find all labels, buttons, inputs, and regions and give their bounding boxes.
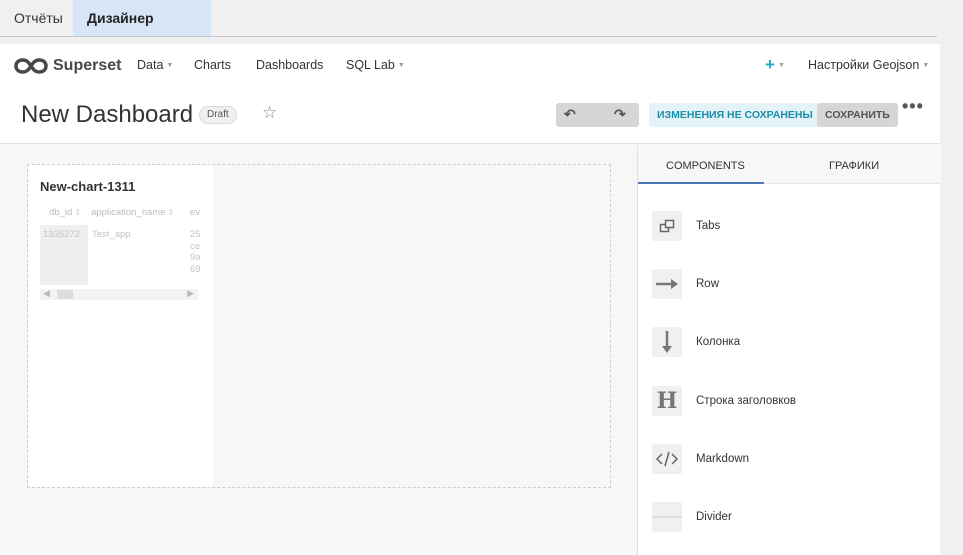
draft-badge[interactable]: Draft — [199, 106, 237, 124]
row-arrow-icon — [652, 269, 682, 299]
column-header-application-name[interactable]: application_name ⇕ — [91, 207, 174, 218]
nav-charts[interactable]: Charts — [194, 58, 231, 72]
nav-sql-lab-label: SQL Lab — [346, 58, 395, 72]
tab-components[interactable]: COMPONENTS — [666, 160, 745, 172]
component-divider[interactable]: Divider — [652, 502, 932, 534]
host-tab-bar: Отчёты Дизайнер отчетов — [0, 0, 963, 62]
column-header-label: application_name — [91, 207, 166, 218]
dashboard-title[interactable]: New Dashboard — [21, 101, 193, 129]
cell-ev: 25 ce 9a 69 — [190, 229, 201, 275]
tab-charts[interactable]: ГРАФИКИ — [829, 160, 879, 172]
scrollbar-thumb[interactable] — [57, 290, 73, 299]
tabs-icon — [652, 211, 682, 241]
navbar: Superset Data ▼ Charts Dashboards SQL Lab… — [0, 44, 940, 88]
active-tab-indicator — [638, 182, 764, 184]
nav-sql-lab-menu[interactable]: SQL Lab ▼ — [346, 58, 405, 72]
cell-db-id: 1335272 — [43, 229, 80, 240]
component-row[interactable]: Row — [652, 269, 932, 301]
nav-dashboards[interactable]: Dashboards — [256, 58, 323, 72]
panel-tabs: COMPONENTS ГРАФИКИ — [638, 145, 941, 184]
component-markdown[interactable]: Markdown — [652, 444, 932, 476]
settings-menu[interactable]: Настройки Geojson ▼ — [808, 58, 929, 72]
caret-down-icon: ▼ — [777, 62, 785, 69]
column-arrow-icon — [652, 327, 682, 357]
caret-down-icon: ▼ — [166, 62, 174, 69]
component-label: Divider — [696, 511, 732, 523]
chart-card[interactable]: New-chart-1311 db_id ⇕ application_name ⇕ … — [28, 165, 213, 487]
new-item-menu[interactable]: + ▼ — [765, 55, 785, 75]
settings-label: Настройки Geojson — [808, 58, 920, 72]
component-column[interactable]: Колонка — [652, 327, 932, 359]
host-tab-report-designer[interactable]: Дизайнер отчетов — [73, 0, 211, 62]
brand-name: Superset — [53, 57, 122, 74]
column-header-ev[interactable]: ev — [190, 207, 202, 218]
undo-icon[interactable]: ↶ — [564, 106, 576, 123]
horizontal-scrollbar[interactable]: ◀ ▶ — [40, 288, 198, 300]
host-tab-reports[interactable]: Отчёты — [0, 0, 73, 37]
caret-down-icon: ▼ — [922, 62, 930, 69]
plus-icon: + — [765, 55, 775, 74]
more-options-icon[interactable]: ••• — [902, 96, 924, 117]
component-label: Tabs — [696, 220, 721, 232]
divider-icon — [652, 502, 682, 532]
star-icon[interactable]: ☆ — [262, 103, 277, 123]
undo-redo-group: ↶ ↷ — [556, 103, 639, 127]
superset-logo[interactable]: Superset — [14, 54, 121, 78]
scroll-right-icon[interactable]: ▶ — [187, 288, 194, 299]
component-header[interactable]: H Строка заголовков — [652, 386, 932, 418]
sort-icon: ⇕ — [74, 208, 81, 217]
nav-data-label: Data — [137, 58, 164, 72]
nav-data-menu[interactable]: Data ▼ — [137, 58, 173, 72]
dashboard-header: New Dashboard Draft ☆ ↶ ↷ ИЗМЕНЕНИЯ НЕ С… — [0, 88, 940, 144]
column-header-db-id[interactable]: db_id ⇕ — [49, 207, 81, 218]
caret-down-icon: ▼ — [397, 62, 405, 69]
unsaved-changes-button[interactable]: ИЗМЕНЕНИЯ НЕ СОХРАНЕНЫ — [649, 103, 821, 127]
component-label: Row — [696, 278, 720, 290]
header-h-icon: H — [652, 386, 682, 416]
chart-title[interactable]: New-chart-1311 — [40, 179, 135, 194]
scroll-left-icon[interactable]: ◀ — [43, 288, 50, 299]
superset-app: Superset Data ▼ Charts Dashboards SQL Lab… — [0, 44, 941, 555]
builder-side-panel: COMPONENTS ГРАФИКИ Tabs Row Колонка H Ст… — [637, 145, 941, 555]
cell-application-name: Test_app — [92, 229, 131, 240]
host-tab-divider — [0, 36, 937, 37]
save-button[interactable]: СОХРАНИТЬ — [817, 103, 898, 127]
infinity-logo-icon — [14, 58, 48, 74]
component-tabs[interactable]: Tabs — [652, 211, 932, 243]
redo-icon[interactable]: ↷ — [614, 106, 626, 123]
code-icon — [652, 444, 682, 474]
component-label: Markdown — [696, 453, 750, 465]
column-header-label: db_id — [49, 207, 73, 218]
component-label: Колонка — [696, 336, 741, 348]
component-label: Строка заголовков — [696, 395, 797, 407]
sort-icon: ⇕ — [167, 208, 175, 217]
